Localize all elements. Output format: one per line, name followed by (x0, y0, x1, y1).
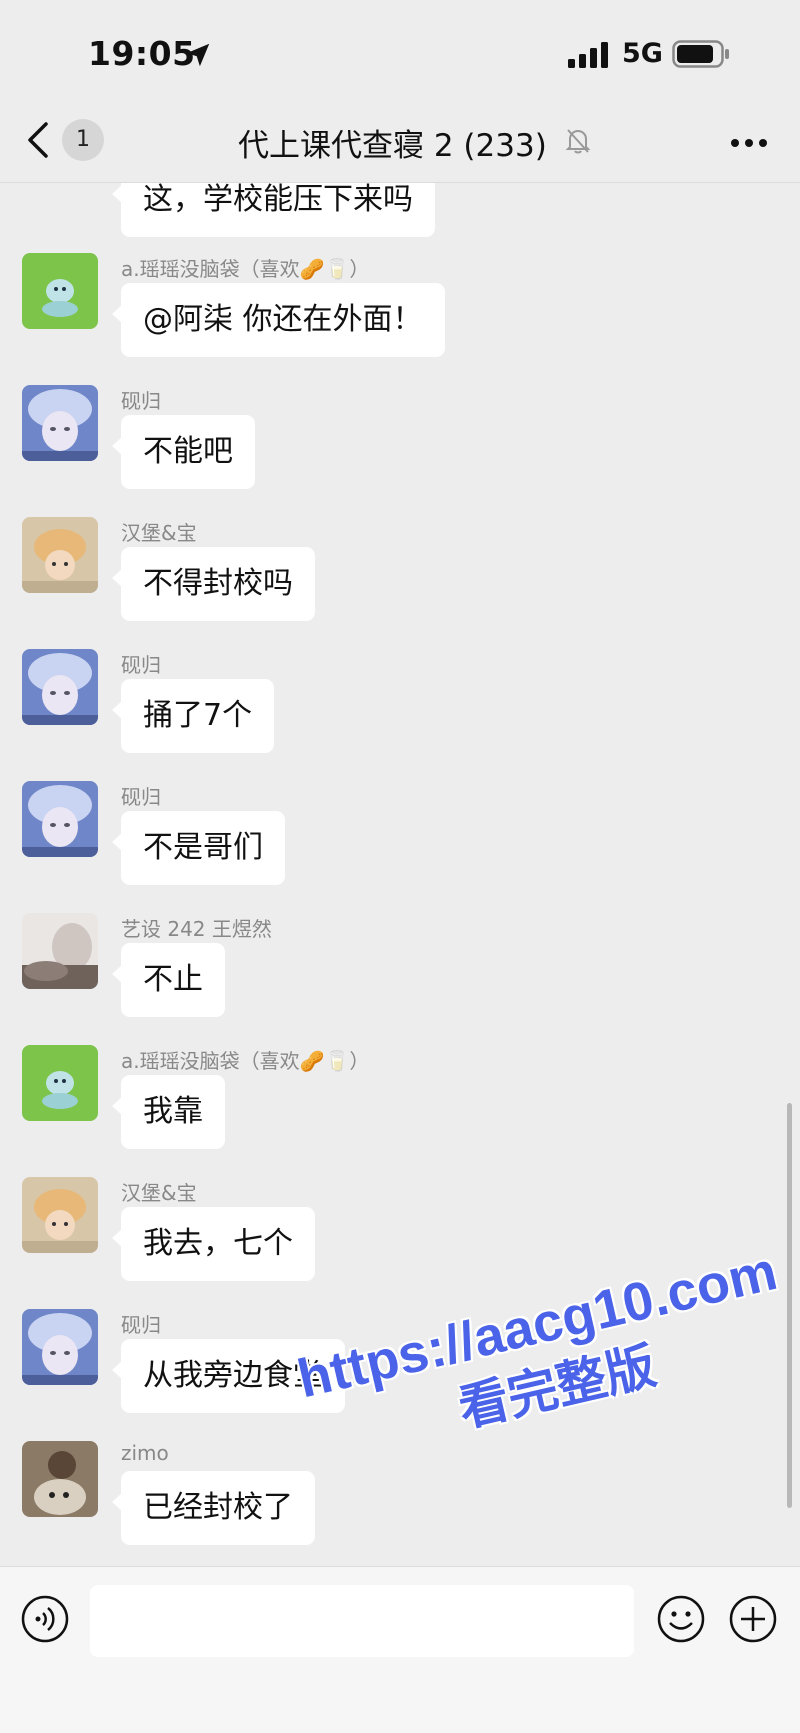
status-time: 19:05 (88, 34, 196, 73)
avatar-anime-blue[interactable] (22, 1309, 98, 1385)
message-bubble[interactable]: 我靠 (112, 1075, 225, 1149)
message-item: 砚归 不能吧 (0, 385, 800, 505)
sender-name: 汉堡&宝 (121, 1181, 197, 1205)
message-item: 砚归 捅了7个 (0, 649, 800, 769)
message-item: zimo 已经封校了 (0, 1441, 800, 1561)
avatar-green-cartoon[interactable] (22, 253, 98, 329)
avatar-child-photo[interactable] (22, 1177, 98, 1253)
chat-header: 1 代上课代查寝 2 (233) (0, 100, 800, 183)
message-bubble[interactable]: 捅了7个 (111, 679, 275, 753)
sender-name: 砚归 (121, 1313, 161, 1337)
message-item: 砚归 不是哥们 (0, 781, 800, 901)
message-bubble[interactable]: 不能吧 (112, 415, 255, 489)
voice-icon[interactable] (20, 1594, 70, 1644)
message-item: 汉堡&宝 不得封校吗 (0, 517, 800, 637)
avatar-anime-blue[interactable] (22, 385, 98, 461)
sender-name: 艺设 242 王煜然 (121, 917, 272, 941)
message-input[interactable] (90, 1585, 634, 1657)
sender-name: 砚归 (121, 785, 161, 809)
message-item: 汉堡&宝 我去，七个 (0, 1177, 800, 1297)
bell-slash-icon (565, 129, 591, 154)
plus-circle-icon[interactable] (728, 1594, 778, 1644)
sender-name: 砚归 (121, 389, 161, 413)
sender-name: 汉堡&宝 (121, 521, 197, 545)
emoji-icon[interactable] (656, 1594, 706, 1644)
sender-name: a.瑶瑶没脑袋（喜欢🥜🥛） (121, 1049, 370, 1073)
battery-icon (672, 40, 729, 68)
message-bubble[interactable]: 从我旁边食堂 (112, 1339, 345, 1413)
status-bar: 19:05 5G (0, 0, 800, 100)
message-item: a.瑶瑶没脑袋（喜欢🥜🥛） 我靠 (0, 1045, 800, 1165)
avatar-anime-blue[interactable] (22, 649, 98, 725)
message-item: 砚归 从我旁边食堂 (0, 1309, 800, 1429)
message-list[interactable]: 这，学校能压下来吗 a.瑶瑶没脑袋（喜欢🥜🥛） @阿柒 你还在外面！ 砚归 不能… (0, 183, 800, 1565)
avatar-grey-photo[interactable] (22, 913, 98, 989)
more-dots-icon[interactable] (730, 138, 768, 148)
message-bubble[interactable]: 不是哥们 (112, 811, 285, 885)
unread-count-badge[interactable]: 1 (62, 119, 104, 161)
signal-icon (568, 42, 608, 68)
message-bubble[interactable]: 已经封校了 (112, 1471, 315, 1545)
message-bubble[interactable]: 我去，七个 (112, 1207, 315, 1281)
sender-name: 砚归 (121, 653, 161, 677)
message-item: 艺设 242 王煜然 不止 (0, 913, 800, 1033)
scrollbar[interactable] (787, 1103, 792, 1508)
chevron-left-icon[interactable] (24, 120, 54, 160)
message-bubble[interactable]: 这，学校能压下来吗 (112, 183, 435, 237)
input-bar (0, 1566, 800, 1733)
avatar-dog-photo[interactable] (22, 1441, 98, 1517)
sender-name: zimo (121, 1441, 169, 1465)
network-type: 5G (622, 38, 663, 69)
location-arrow-icon (186, 43, 210, 67)
message-item: 这，学校能压下来吗 (0, 183, 800, 237)
avatar-anime-blue[interactable] (22, 781, 98, 857)
message-bubble[interactable]: 不止 (112, 943, 225, 1017)
avatar-green-cartoon[interactable] (22, 1045, 98, 1121)
avatar-child-photo[interactable] (22, 517, 98, 593)
sender-name: a.瑶瑶没脑袋（喜欢🥜🥛） (121, 257, 370, 281)
message-item: a.瑶瑶没脑袋（喜欢🥜🥛） @阿柒 你还在外面！ (0, 253, 800, 373)
chat-title[interactable]: 代上课代查寝 2 (233) (238, 120, 547, 165)
message-bubble[interactable]: 不得封校吗 (112, 547, 315, 621)
message-bubble[interactable]: @阿柒 你还在外面！ (112, 283, 445, 357)
